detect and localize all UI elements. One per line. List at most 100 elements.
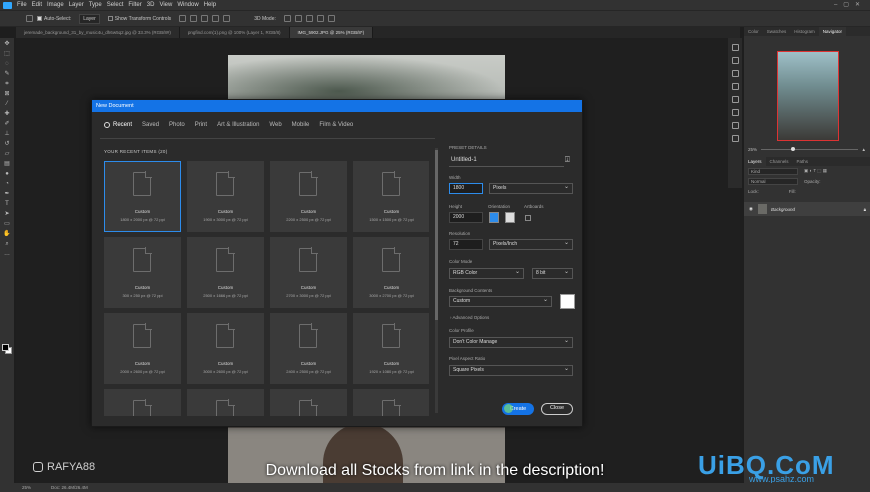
shape-tool-icon[interactable]: ▭ [3,221,11,228]
menu-image[interactable]: Image [47,2,64,8]
artboards-checkbox[interactable] [525,215,531,221]
eyedropper-tool-icon[interactable]: ⁄ [3,101,11,108]
menu-type[interactable]: Type [89,2,102,8]
pixel-aspect-dropdown[interactable]: Square Pixels [449,365,573,376]
tab-color[interactable]: Color [744,29,763,34]
advanced-options-toggle[interactable]: › Advanced Options [450,315,489,320]
menu-select[interactable]: Select [107,2,124,8]
document-tab[interactable]: jeremade_background_31_by_music4u_dh6w5q… [16,27,180,38]
more-options-icon[interactable] [223,15,231,22]
move-tool-icon[interactable]: ✥ [3,41,11,48]
clone-stamp-tool-icon[interactable]: ⊥ [3,131,11,138]
recent-preset-card[interactable]: Custom 2700 x 3000 px @ 72 ppi [270,237,347,308]
recent-preset-card[interactable]: Custom 2000 x 2600 px @ 72 ppi [104,313,181,384]
play-action-icon[interactable] [731,57,739,64]
recent-preset-card[interactable]: Custom 2500 x 1666 px @ 72 ppi [187,237,264,308]
filter-icons[interactable]: ▣ ◐ T ⬚ ▦ [804,168,827,174]
portrait-orientation-button[interactable] [489,212,499,223]
recent-preset-card[interactable]: Custom 1920 x 1080 px @ 72 ppi [353,313,429,384]
tab-print[interactable]: Print [195,122,207,128]
eraser-tool-icon[interactable]: ▱ [3,151,11,158]
window-controls-icon[interactable]: –▢✕ [834,1,866,8]
tab-channels[interactable]: Channels [766,159,793,164]
navigator-zoom-slider[interactable] [761,147,858,151]
menu-layer[interactable]: Layer [69,2,84,8]
recent-preset-card[interactable] [104,389,181,416]
move-tool-icon[interactable] [26,15,33,22]
foreground-color-swatch[interactable] [2,344,9,351]
menu-edit[interactable]: Edit [32,2,42,8]
history-brush-tool-icon[interactable]: ↺ [3,141,11,148]
hand-tool-icon[interactable]: ✋ [3,231,11,238]
tab-photo[interactable]: Photo [169,122,185,128]
resolution-input[interactable]: 72 [449,239,483,250]
document-tab[interactable]: pngfind.com(1).png @ 100% (Layer 1, RGB/… [179,27,290,38]
landscape-orientation-button[interactable] [505,212,515,223]
show-transform-checkbox[interactable]: Show Transform Controls [107,16,171,22]
marquee-tool-icon[interactable]: ⬚ [3,51,11,58]
tab-saved[interactable]: Saved [142,122,159,128]
recent-preset-card[interactable] [353,389,429,416]
menu-window[interactable]: Window [177,2,198,8]
tab-web[interactable]: Web [269,122,281,128]
tab-paths[interactable]: Paths [793,159,813,164]
frame-tool-icon[interactable]: ⊠ [3,91,11,98]
brush-tool-icon[interactable]: ✐ [3,121,11,128]
recent-preset-card[interactable]: Custom 2200 x 2500 px @ 72 ppi [270,161,347,232]
pan-3d-icon[interactable] [305,15,313,22]
recent-preset-card[interactable]: Custom 2400 x 2500 px @ 72 ppi [270,313,347,384]
3d-panel-icon[interactable] [731,96,739,103]
menu-help[interactable]: Help [204,2,216,8]
menu-view[interactable]: View [159,2,172,8]
scrollbar-thumb[interactable] [435,150,438,320]
distribute-icon[interactable] [212,15,220,22]
tab-art-illustration[interactable]: Art & Illustration [217,122,259,128]
edit-toolbar-icon[interactable]: … [3,251,11,258]
slide-3d-icon[interactable] [316,15,324,22]
menu-file[interactable]: File [17,2,27,8]
visibility-eye-icon[interactable]: ◉ [749,206,753,212]
type-tool-icon[interactable]: T [3,201,11,208]
zoom-tool-icon[interactable]: ⌕ [3,241,11,248]
tab-swatches[interactable]: Swatches [763,29,791,34]
adjustments-panel-icon[interactable] [731,70,739,77]
recent-preset-card[interactable]: Custom 1500 x 1500 px @ 72 ppi [353,161,429,232]
color-profile-dropdown[interactable]: Don't Color Manage [449,337,573,348]
status-zoom[interactable]: 25% [22,485,31,490]
grid-scrollbar[interactable] [435,148,438,413]
info-panel-icon[interactable] [731,109,739,116]
quick-select-tool-icon[interactable]: ✎ [3,71,11,78]
roll-3d-icon[interactable] [294,15,302,22]
height-input[interactable]: 2000 [449,212,483,223]
crop-tool-icon[interactable]: ⌗ [3,81,11,88]
zoom-slider-knob[interactable] [791,147,796,151]
healing-brush-tool-icon[interactable]: ✚ [3,111,11,118]
recent-preset-card[interactable]: Custom 3000 x 2600 px @ 72 ppi [187,313,264,384]
recent-preset-card[interactable]: Custom 300 x 250 px @ 72 ppi [104,237,181,308]
history-panel-icon[interactable] [731,44,739,51]
orbit-3d-icon[interactable] [283,15,291,22]
tab-layers[interactable]: Layers [744,157,766,166]
document-name-field[interactable]: Untitled-1 [451,157,477,163]
layer-kind-filter[interactable]: Kind [748,167,798,175]
menu-filter[interactable]: Filter [128,2,141,8]
recent-preset-card[interactable]: Custom 1800 x 2000 px @ 72 ppi [104,161,181,232]
tab-mobile[interactable]: Mobile [292,122,310,128]
align-right-icon[interactable] [201,15,209,22]
character-panel-icon[interactable] [731,135,739,142]
pen-tool-icon[interactable]: ✒ [3,191,11,198]
tab-navigator[interactable]: Navigator [818,27,847,36]
tab-recent[interactable]: Recent [104,122,132,128]
zoom-in-icon[interactable]: ▲ [862,147,866,152]
navigator-preview[interactable] [777,51,839,141]
layer-row[interactable]: ◉ Background 🔒︎ [744,202,870,216]
width-unit-dropdown[interactable]: Pixels [489,183,573,194]
tools-settings-icon[interactable] [731,83,739,90]
recent-preset-card[interactable]: Custom 3000 x 2700 px @ 72 ppi [353,237,429,308]
scale-3d-icon[interactable] [327,15,335,22]
width-input[interactable]: 1800 [449,183,483,194]
gradient-tool-icon[interactable]: ▤ [3,161,11,168]
tab-film-video[interactable]: Film & Video [319,122,353,128]
bit-depth-dropdown[interactable]: 8 bit [532,268,573,279]
resolution-unit-dropdown[interactable]: Pixels/Inch [489,239,573,250]
